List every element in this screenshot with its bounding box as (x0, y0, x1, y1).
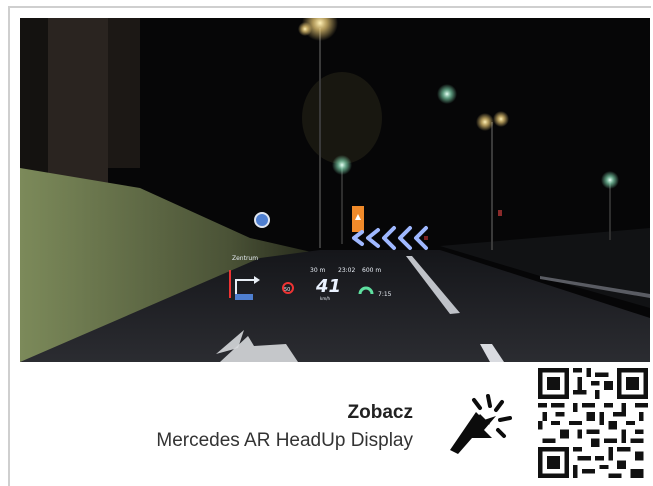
hud-street-name: Zentrum (232, 255, 258, 262)
hud-distance-info: 30 m (310, 267, 326, 274)
hud-clock: 23:02 (338, 267, 355, 274)
hud-speed: 41 (315, 276, 341, 297)
hud-distance-remaining: 600 m (362, 267, 381, 274)
qr-code-icon[interactable] (538, 368, 648, 478)
hud-speed-limit: 50 (284, 287, 290, 293)
night-road-scene: Zentrum 30 m 23:02 600 m 50 41 km/h 7:15 (20, 18, 650, 362)
caption-title: Zobacz (347, 402, 413, 423)
caption-subtitle: Mercedes AR HeadUp Display (156, 430, 413, 451)
video-thumbnail[interactable]: Zentrum 30 m 23:02 600 m 50 41 km/h 7:15 (20, 18, 650, 362)
hud-time-small: 7:15 (378, 291, 392, 298)
hud-speed-unit: km/h (320, 296, 331, 301)
click-cursor-icon[interactable] (444, 388, 516, 460)
